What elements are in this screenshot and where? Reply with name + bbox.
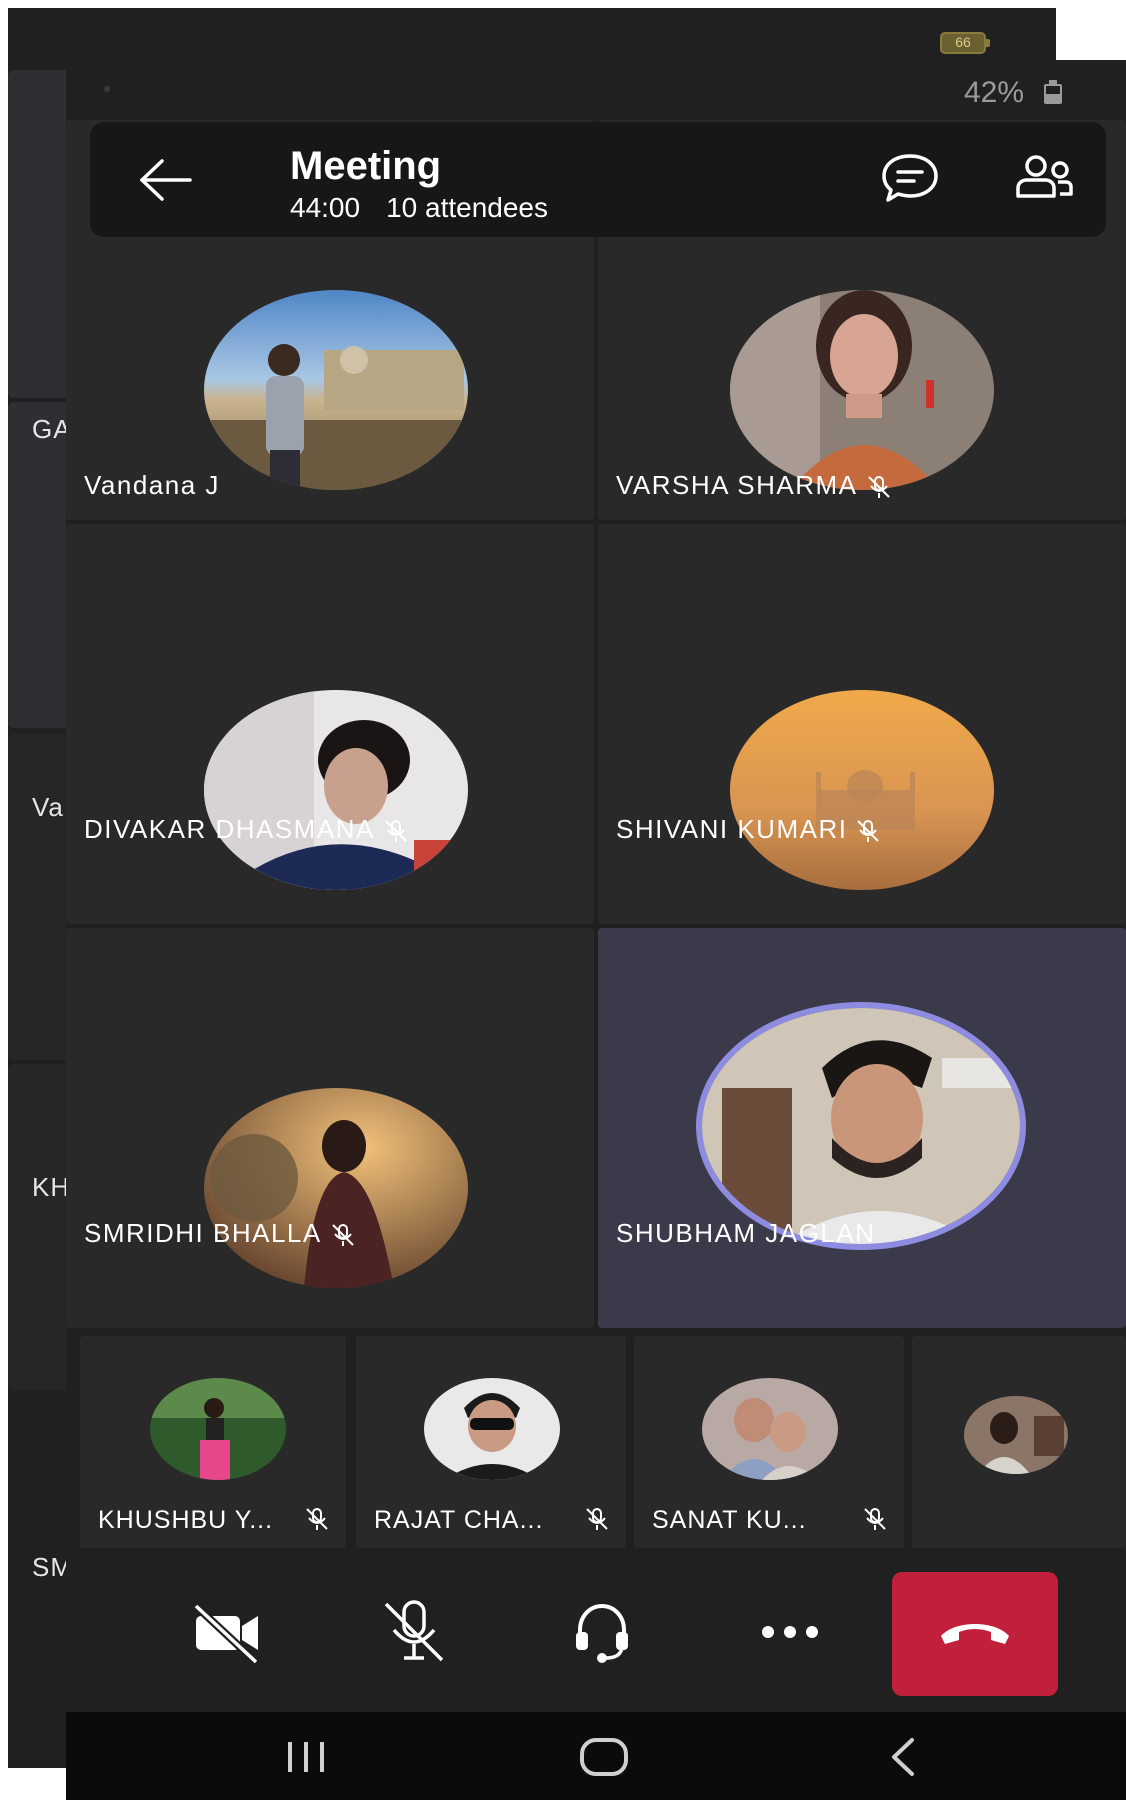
attendee-count: 10 attendees	[386, 192, 548, 223]
mic-off-icon	[857, 820, 880, 843]
chat-icon[interactable]	[880, 152, 940, 204]
meeting-duration: 44:00	[290, 192, 361, 223]
avatar-sanat	[702, 1378, 838, 1480]
mic-off-icon	[332, 1224, 354, 1247]
back-label-va: Va	[32, 792, 64, 822]
participants-icon[interactable]	[1014, 152, 1074, 204]
avatar-divakar	[204, 690, 468, 890]
participant-name: KHUSHBU Y...	[98, 1506, 274, 1534]
back-tile-sm	[8, 1064, 68, 1390]
back-tile-va	[8, 402, 68, 728]
mic-off-icon	[867, 476, 890, 499]
battery-icon	[1044, 80, 1062, 104]
avatar-khushbu	[150, 1378, 286, 1480]
participant-tile-rajat[interactable]: RAJAT CHA...	[356, 1336, 626, 1548]
participant-tile-sanat[interactable]: SANAT KU...	[634, 1336, 904, 1548]
more-options-icon[interactable]	[750, 1592, 830, 1672]
meeting-subtitle: 44:00 10 attendees	[290, 192, 548, 224]
participant-name: DIVAKAR DHASMANA	[84, 814, 409, 845]
back-arrow-icon[interactable]	[138, 158, 194, 202]
participant-tile-shubham[interactable]: SHUBHAM JAGLAN	[598, 928, 1126, 1328]
mic-off-icon	[864, 1508, 886, 1530]
meeting-screen: 42% Vandana J VARSHA SHARMA DIVAKAR DHAS…	[66, 60, 1126, 1800]
avatar-overflow	[964, 1396, 1068, 1474]
back-tile-ga	[8, 70, 68, 398]
participant-tile-overflow[interactable]	[912, 1336, 1126, 1548]
android-nav-bar	[66, 1712, 1126, 1800]
hang-up-button[interactable]	[892, 1572, 1058, 1696]
participant-name: VARSHA SHARMA	[616, 470, 892, 501]
status-dot	[104, 86, 110, 92]
avatar-smridhi	[204, 1088, 468, 1288]
avatar-shivani	[730, 690, 994, 890]
back-battery-level: 66	[955, 34, 971, 50]
participant-name: SHIVANI KUMARI	[616, 814, 881, 845]
active-speaker-avatar	[696, 1002, 1026, 1250]
back-tile-kh	[8, 734, 68, 1060]
avatar-rajat	[424, 1378, 560, 1480]
back-battery-icon: 66	[940, 32, 990, 56]
hang-up-icon	[941, 1624, 1009, 1644]
mic-off-icon	[385, 820, 407, 843]
mic-off-icon	[586, 1508, 608, 1530]
participant-tile-divakar[interactable]: DIVAKAR DHASMANA	[66, 524, 594, 924]
meeting-header: Meeting 44:00 10 attendees	[90, 122, 1106, 237]
call-controls	[66, 1552, 1126, 1712]
participant-tile-khushbu[interactable]: KHUSHBU Y...	[80, 1336, 346, 1548]
avatar-varsha	[730, 290, 994, 490]
microphone-off-icon[interactable]	[374, 1592, 454, 1672]
participant-name: Vandana J	[84, 470, 220, 500]
back-nav-icon[interactable]	[874, 1732, 934, 1782]
meeting-title: Meeting	[290, 144, 442, 188]
status-bar: 42%	[66, 60, 1126, 120]
camera-off-icon[interactable]	[186, 1592, 266, 1672]
participant-name: SMRIDHI BHALLA	[84, 1218, 356, 1249]
participant-name: RAJAT CHA...	[374, 1506, 544, 1534]
mic-off-icon	[306, 1508, 328, 1530]
participant-tile-shivani[interactable]: SHIVANI KUMARI	[598, 524, 1126, 924]
headset-icon[interactable]	[562, 1592, 642, 1672]
participant-tile-smridhi[interactable]: SMRIDHI BHALLA	[66, 928, 594, 1328]
battery-percentage: 42%	[964, 76, 1025, 109]
back-label-kh: KH	[32, 1172, 71, 1202]
recent-apps-icon[interactable]	[276, 1732, 336, 1782]
home-icon[interactable]	[574, 1732, 634, 1782]
participant-name: SANAT KU...	[652, 1506, 807, 1534]
participant-name: SHUBHAM JAGLAN	[616, 1218, 876, 1248]
avatar-vandana	[204, 290, 468, 490]
